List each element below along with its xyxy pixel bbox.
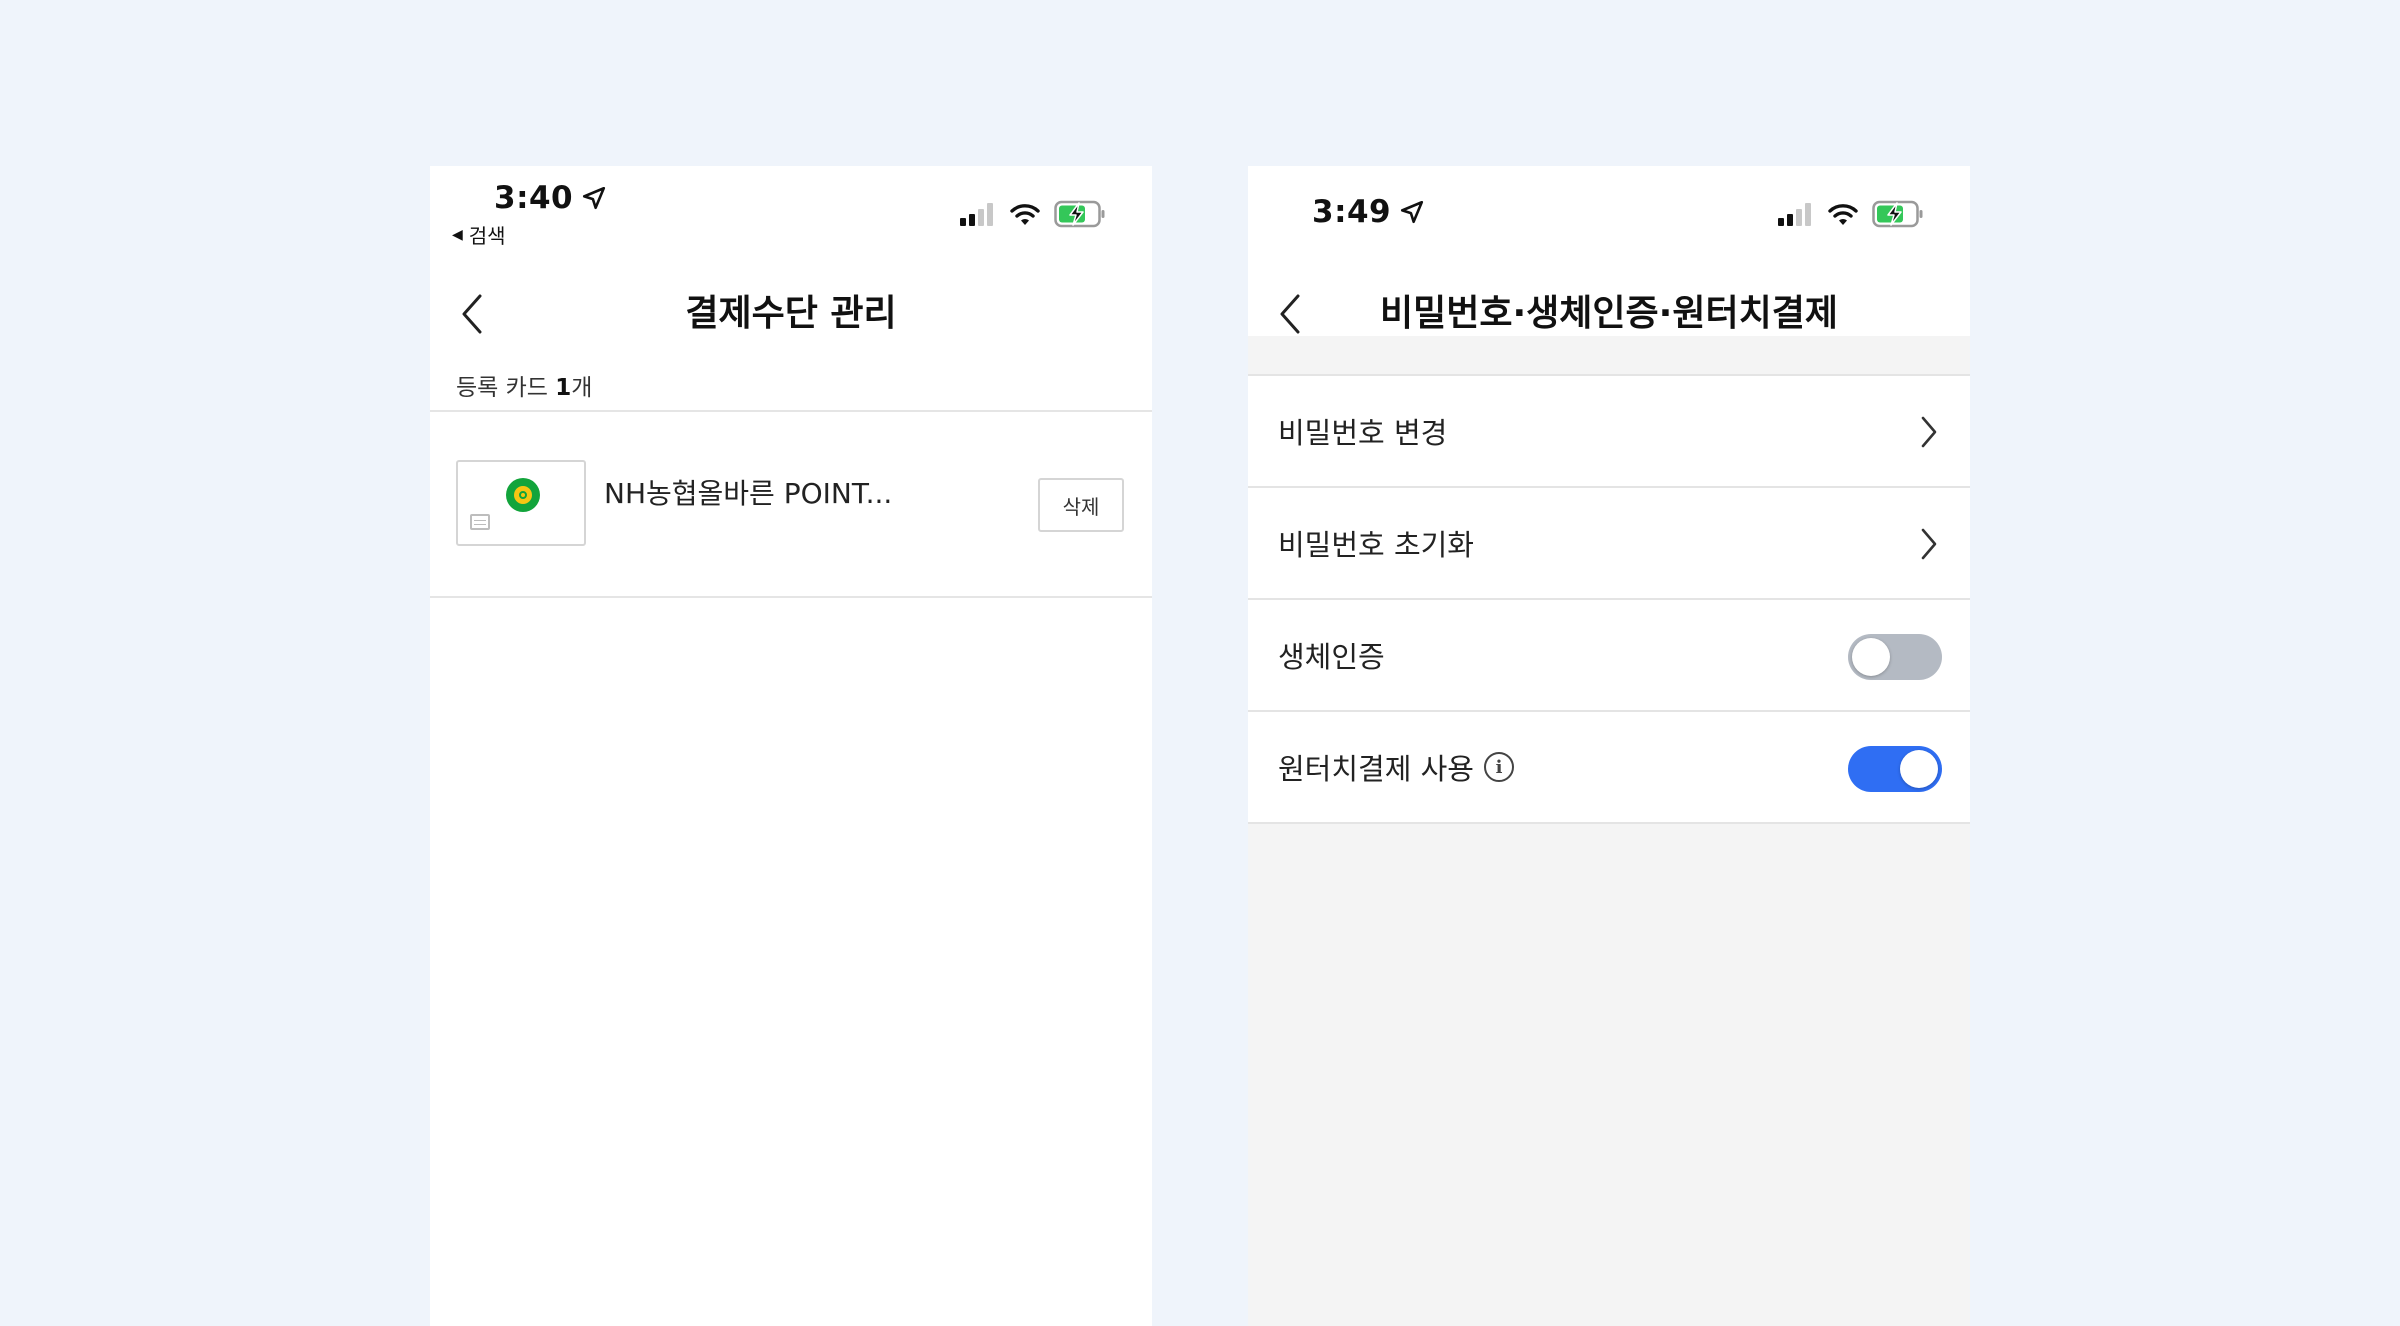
payment-methods-screen: 3:40 ◀ 검색 결제수단 관리 등록 카드 1개 NH농협올바른 POINT… bbox=[430, 166, 1152, 1326]
battery-charging-icon bbox=[1872, 200, 1923, 228]
divider bbox=[430, 596, 1152, 598]
reset-password-row[interactable]: 비밀번호 초기화 bbox=[1248, 488, 1970, 600]
cellular-signal-icon bbox=[960, 203, 993, 226]
battery-charging-icon bbox=[1054, 200, 1105, 228]
back-triangle-icon: ◀ bbox=[452, 226, 463, 243]
delete-card-button[interactable]: 삭제 bbox=[1038, 478, 1124, 532]
status-bar: 3:40 ◀ 검색 bbox=[430, 166, 1152, 266]
chevron-right-icon bbox=[1914, 414, 1944, 450]
status-bar: 3:49 bbox=[1248, 166, 1970, 266]
status-time: 3:40 bbox=[494, 180, 574, 216]
status-time-group: 3:40 bbox=[494, 180, 607, 216]
one-touch-payment-label-group: 원터치결제 사용 i bbox=[1278, 746, 1514, 788]
change-password-label: 비밀번호 변경 bbox=[1278, 416, 1448, 450]
nh-bank-logo-icon bbox=[506, 478, 540, 512]
chevron-right-icon bbox=[1914, 526, 1944, 562]
count-suffix: 개 bbox=[571, 375, 593, 401]
biometric-row: 생체인증 bbox=[1248, 600, 1970, 712]
card-chip-icon bbox=[470, 514, 490, 530]
info-icon[interactable]: i bbox=[1483, 752, 1514, 782]
security-settings-screen: 3:49 비밀번호·생체인증·원터치결제 비밀번호 변경 비밀번호 초기화 생체… bbox=[1248, 166, 1970, 1326]
reset-password-label: 비밀번호 초기화 bbox=[1278, 528, 1474, 562]
system-icons bbox=[1778, 200, 1924, 228]
biometric-toggle[interactable] bbox=[1848, 634, 1942, 680]
back-to-search-link[interactable]: ◀ 검색 bbox=[452, 220, 506, 249]
status-time-group: 3:49 bbox=[1312, 194, 1425, 230]
page-title: 결제수단 관리 bbox=[685, 293, 897, 334]
location-arrow-icon bbox=[1401, 200, 1424, 224]
one-touch-payment-toggle[interactable] bbox=[1848, 746, 1942, 792]
divider bbox=[430, 410, 1152, 412]
location-arrow-icon bbox=[583, 186, 606, 210]
settings-list: 비밀번호 변경 비밀번호 초기화 생체인증 원터치결제 사용 i bbox=[1248, 374, 1970, 824]
registered-card-count: 등록 카드 1개 bbox=[456, 368, 592, 402]
wifi-icon bbox=[1828, 204, 1858, 225]
one-touch-payment-label: 원터치결제 사용 bbox=[1278, 752, 1474, 786]
change-password-row[interactable]: 비밀번호 변경 bbox=[1248, 376, 1970, 488]
cellular-signal-icon bbox=[1778, 203, 1811, 226]
count-number: 1 bbox=[555, 375, 572, 401]
wifi-icon bbox=[1010, 204, 1040, 225]
back-to-search-label: 검색 bbox=[468, 224, 506, 248]
card-name[interactable]: NH농협올바른 POINT... bbox=[604, 472, 892, 512]
nav-bar: 비밀번호·생체인증·원터치결제 bbox=[1248, 278, 1970, 350]
status-time: 3:49 bbox=[1312, 194, 1392, 230]
system-icons bbox=[960, 200, 1106, 228]
count-prefix: 등록 카드 bbox=[456, 375, 548, 401]
card-image bbox=[456, 460, 586, 546]
biometric-label: 생체인증 bbox=[1278, 640, 1385, 674]
page-title: 비밀번호·생체인증·원터치결제 bbox=[1380, 293, 1838, 334]
nav-bar: 결제수단 관리 bbox=[430, 278, 1152, 350]
one-touch-payment-row: 원터치결제 사용 i bbox=[1248, 712, 1970, 824]
